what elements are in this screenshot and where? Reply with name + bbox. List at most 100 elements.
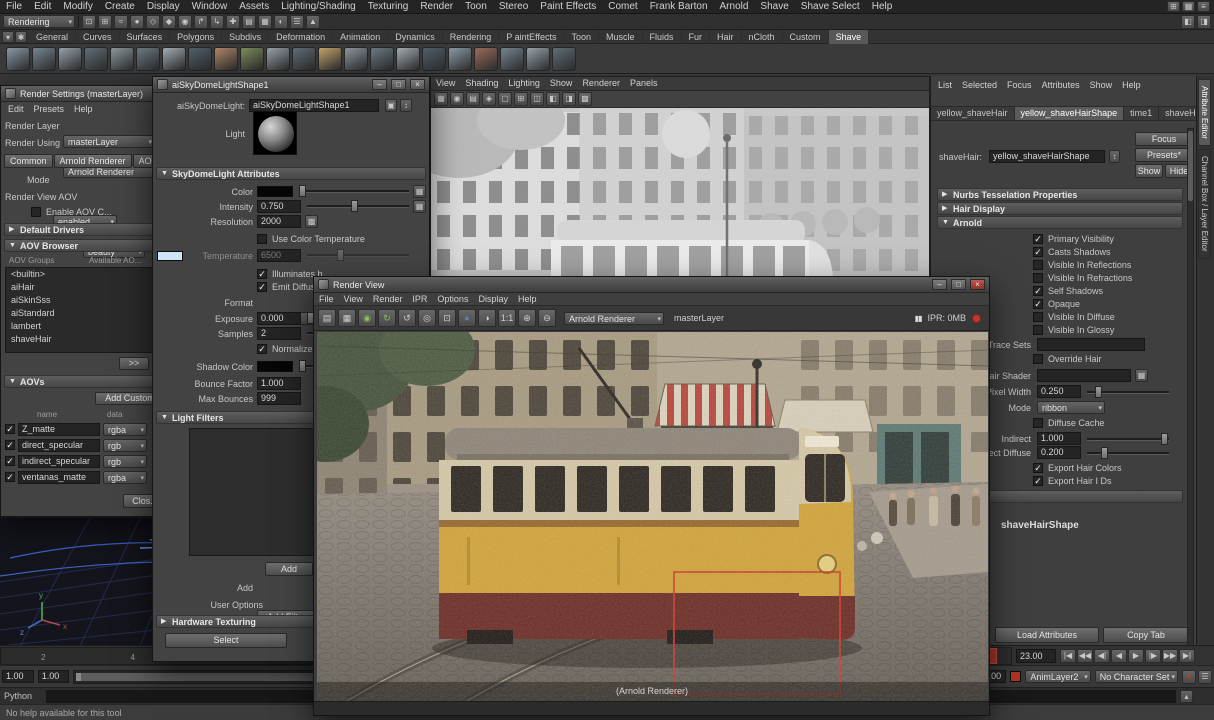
command-language-label[interactable]: Python [4,691,42,701]
attribute-editor-scrollbar[interactable] [1187,128,1194,648]
menubar-item[interactable]: Edit [28,0,57,14]
menubar-item[interactable]: Comet [602,0,643,14]
checkbox[interactable]: ✓ [1033,234,1043,244]
shelf-tab[interactable]: General [29,30,76,44]
add-light-filter-button[interactable]: Add [265,562,313,576]
texture-map-icon[interactable]: ▦ [1135,369,1148,382]
render-current-frame-icon[interactable]: ▦ [258,15,272,29]
display-alpha-icon[interactable]: ◑ [478,309,496,327]
isolate-select-icon[interactable]: ▩ [578,92,592,106]
texture-map-icon[interactable]: ▦ [413,200,426,213]
render-icon[interactable]: ▦ [338,309,356,327]
aov-name-field[interactable]: direct_specular [18,439,100,452]
layout-grid-icon[interactable]: ⊞ [1167,1,1180,12]
enable-aov-checkbox[interactable] [31,207,41,217]
aov-data-dropdown[interactable]: rgba [103,423,147,436]
snap-plane-icon[interactable]: ◇ [146,15,160,29]
aov-name-field[interactable]: indirect_specular [18,455,100,468]
snap-grid-icon[interactable]: ⊞ [98,15,112,29]
current-frame-field[interactable]: 23.00 [1016,649,1056,663]
attribute-editor-tab[interactable]: yellow_shaveHair [931,106,1015,121]
panel-vertical-tab[interactable]: Attribute Editor [1198,79,1211,146]
shelf-icon[interactable] [58,47,82,71]
override-hair-checkbox[interactable] [1033,354,1043,364]
export-hair-ids-checkbox[interactable]: ✓ [1033,476,1043,486]
animation-preferences-icon[interactable]: ☰ [1198,670,1212,684]
render-settings-menu-item[interactable]: Presets [29,103,70,116]
render-region-icon[interactable]: ⊡ [438,309,456,327]
bookmarks-icon[interactable]: ◈ [482,92,496,106]
attribute-section-header[interactable]: ▶Hair Display [937,202,1183,215]
shelf-icon[interactable] [370,47,394,71]
shelf-icon[interactable] [266,47,290,71]
minimize-button[interactable]: – [372,79,387,90]
auto-keyframe-icon[interactable]: ● [1182,670,1196,684]
menubar-item[interactable]: Render [414,0,459,14]
attribute-editor-menu-item[interactable]: Attributes [1037,79,1085,92]
shelf-tab[interactable]: Polygons [170,30,222,44]
input-connections-icon[interactable]: ↱ [194,15,208,29]
shelf-tab[interactable]: Custom [783,30,829,44]
shelf-tab[interactable]: Muscle [599,30,643,44]
aov-enabled-checkbox[interactable]: ✓ [5,456,15,466]
shelf-tab[interactable]: nCloth [742,30,783,44]
swap-node-icon[interactable]: ↕ [400,99,412,112]
pixel-width-slider[interactable] [1087,391,1169,394]
menubar-item[interactable]: Toon [459,0,493,14]
shelf-tab[interactable]: Surfaces [120,30,171,44]
aov-group-item[interactable]: shaveHair [6,333,164,346]
light-preview-swatch[interactable] [253,111,297,155]
aov-group-item[interactable]: aiStandard [6,307,164,320]
minimize-button[interactable]: – [932,279,947,290]
menubar-item[interactable]: Modify [57,0,98,14]
shelf-icon[interactable] [422,47,446,71]
attribute-editor-menu-item[interactable]: Focus [1002,79,1037,92]
refresh-ipr-icon[interactable]: ↺ [398,309,416,327]
panel-toggle-icon[interactable]: ▦ [1182,1,1195,12]
skydome-attributes-section[interactable]: ▼SkyDomeLight Attributes [156,167,426,180]
anim-layer-color-swatch[interactable] [1010,671,1021,682]
pixel-width-field[interactable]: 0.250 [1037,385,1081,398]
attribute-editor-tab[interactable]: shaveHairShap... [1159,106,1196,121]
shelf-tab[interactable]: Deformation [269,30,333,44]
viewport-menu-item[interactable]: Renderer [577,77,625,90]
checkbox[interactable] [1033,273,1043,283]
aov-browser-section[interactable]: ▼AOV Browser [4,239,166,252]
shelf-tab[interactable]: Hair [710,30,742,44]
select-camera-icon[interactable]: ▦ [434,92,448,106]
image-plane-icon[interactable]: ▢ [498,92,512,106]
shelf-menu-icon[interactable]: ▾ [2,31,14,43]
render-view-menu-item[interactable]: Help [513,293,542,306]
shelf-icon[interactable] [318,47,342,71]
hair-mode-dropdown[interactable]: ribbon [1037,401,1105,414]
menubar-item[interactable]: Shave Select [795,0,866,14]
film-gate-icon[interactable]: ◫ [530,92,544,106]
illuminates-checkbox[interactable]: ✓ [257,269,267,279]
resolution-gate-icon[interactable]: ◧ [546,92,560,106]
expression-icon[interactable]: ▩ [305,215,318,228]
temperature-field[interactable]: 6500 [257,249,301,262]
character-set-dropdown[interactable]: No Character Set [1095,670,1178,683]
menubar-item[interactable]: Paint Effects [534,0,602,14]
attribute-section-header[interactable]: ▼Arnold [937,216,1183,229]
shelf-icon[interactable] [500,47,524,71]
focus-button[interactable]: Focus [1135,132,1193,146]
temperature-slider[interactable] [307,254,409,257]
shelf-icon[interactable] [214,47,238,71]
attribute-section-header[interactable]: ▶Nurbs Tesselation Properties [937,188,1183,201]
menu-toggle-icon[interactable]: ≡ [1197,1,1210,12]
shelf-icon[interactable] [240,47,264,71]
render-view-menu-item[interactable]: File [314,293,339,306]
checkbox[interactable] [1033,325,1043,335]
shelf-icon[interactable] [162,47,186,71]
display-rgb-icon[interactable]: ● [458,309,476,327]
shelf-tab[interactable]: Fur [682,30,711,44]
render-view-menu-item[interactable]: View [339,293,368,306]
render-settings-tab[interactable]: Arnold Renderer [54,154,132,168]
show-ui-elements-icon[interactable]: ◧ [1181,15,1195,29]
node-name-field[interactable]: yellow_shaveHairShape [989,150,1105,163]
render-layer-dropdown[interactable]: masterLayer [63,135,155,148]
samples-field[interactable]: 2 [257,327,301,340]
shelf-icon[interactable] [448,47,472,71]
viewport-menu-item[interactable]: Shading [460,77,503,90]
